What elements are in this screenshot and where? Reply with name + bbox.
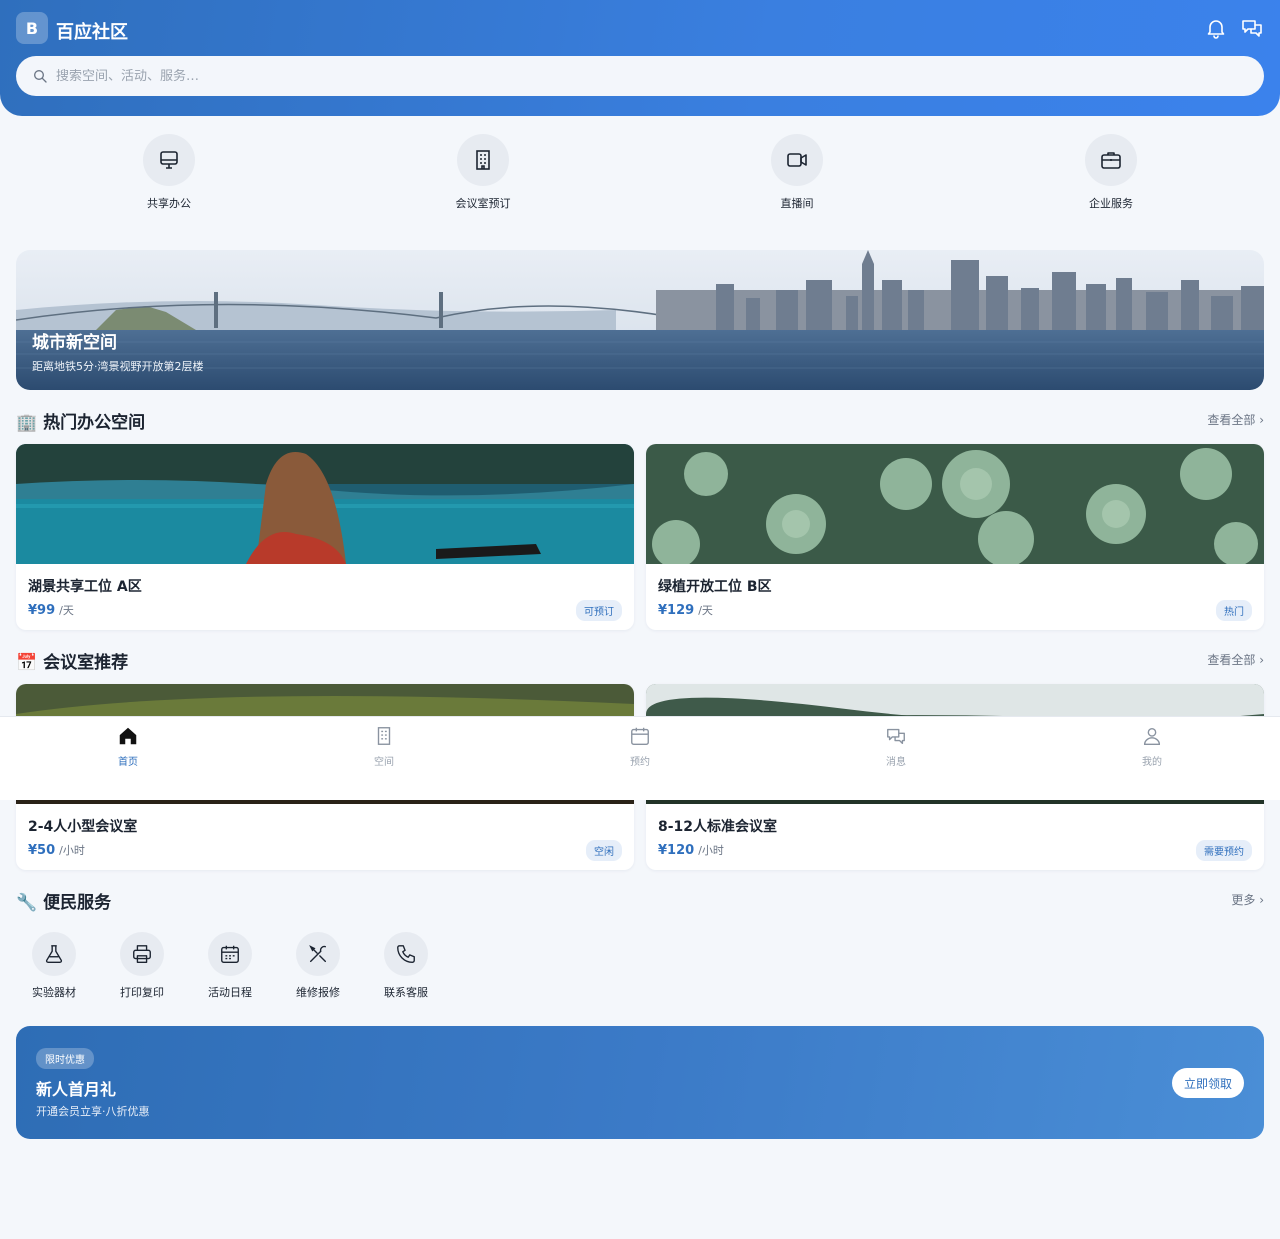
space-price: ¥129/天 — [658, 603, 713, 618]
room-name: 2-4人小型会议室 — [28, 819, 138, 835]
building-icon — [476, 150, 490, 170]
printer-icon — [133, 945, 151, 963]
chat-icon[interactable] — [1240, 16, 1264, 40]
lake-kayak-image — [16, 444, 634, 564]
bell-icon[interactable] — [1204, 16, 1228, 40]
status-badge: 需要预约 — [1196, 840, 1252, 861]
category-meeting-room[interactable]: 会议室预订 — [423, 134, 543, 211]
banner-title: 城市新空间 — [32, 333, 117, 353]
space-name: 绿植开放工位 B区 — [658, 579, 772, 595]
bottom-navigation: 首页 空间 预约 消息 我的 — [0, 716, 1280, 800]
service-repair[interactable]: 维修报修 — [280, 932, 356, 1000]
category-label: 共享办公 — [147, 197, 191, 210]
category-label: 直播间 — [780, 197, 814, 210]
hero-banner[interactable]: 城市新空间 距离地铁5分·湾景视野开放第2层楼 — [16, 250, 1264, 390]
desktop-icon — [160, 151, 178, 169]
app-logo: B — [16, 12, 48, 44]
service-events[interactable]: 活动日程 — [192, 932, 268, 1000]
briefcase-icon — [1101, 152, 1121, 169]
service-lab-equipment[interactable]: 实验器材 — [16, 932, 92, 1000]
space-card[interactable]: 绿植开放工位 B区 ¥129/天 热门 — [646, 444, 1264, 630]
room-price: ¥50/小时 — [28, 843, 85, 858]
promo-tag: 限时优惠 — [36, 1048, 94, 1069]
nav-item-messages[interactable]: 消息 — [768, 725, 1024, 768]
category-coworking[interactable]: 共享办公 — [109, 134, 229, 211]
phone-icon — [397, 945, 415, 963]
calendar-icon — [221, 945, 239, 963]
calendar-icon — [631, 727, 649, 745]
section-title-meeting: 📅 会议室推荐 — [16, 653, 129, 673]
category-business-service[interactable]: 企业服务 — [1051, 134, 1171, 211]
status-badge: 热门 — [1216, 600, 1252, 621]
category-label: 企业服务 — [1089, 197, 1133, 210]
section-title-spaces: 🏢 热门办公空间 — [16, 413, 146, 433]
promo-banner: 限时优惠 新人首月礼 开通会员立享·八折优惠 立即领取 — [16, 1026, 1264, 1139]
search-input[interactable] — [56, 68, 1156, 84]
promo-title: 新人首月礼 — [36, 1080, 117, 1099]
space-name: 湖景共享工位 A区 — [28, 579, 142, 595]
room-price: ¥120/小时 — [658, 843, 724, 858]
banner-subtitle: 距离地铁5分·湾景视野开放第2层楼 — [32, 360, 204, 373]
nav-item-space[interactable]: 空间 — [256, 725, 512, 768]
app-header: B 百应社区 — [0, 0, 1280, 116]
service-contact[interactable]: 联系客服 — [368, 932, 444, 1000]
promo-subtitle: 开通会员立享·八折优惠 — [36, 1105, 150, 1118]
more-services-link[interactable]: 更多 › — [1231, 891, 1264, 908]
status-badge: 可预订 — [576, 600, 622, 621]
view-all-spaces-link[interactable]: 查看全部 › — [1207, 411, 1264, 428]
service-print[interactable]: 打印复印 — [104, 932, 180, 1000]
status-badge: 空闲 — [586, 840, 622, 861]
app-title: 百应社区 — [56, 22, 128, 43]
category-label: 会议室预订 — [455, 197, 511, 210]
category-live-studio[interactable]: 直播间 — [737, 134, 857, 211]
flask-icon — [45, 945, 63, 963]
building-icon — [377, 727, 391, 745]
chat-icon — [887, 728, 905, 745]
succulent-plants-image — [646, 444, 1264, 564]
view-all-meeting-link[interactable]: 查看全部 › — [1207, 651, 1264, 668]
nav-item-booking[interactable]: 预约 — [512, 725, 768, 768]
video-icon — [787, 153, 807, 167]
section-title-services: 🔧 便民服务 — [16, 893, 112, 913]
nav-item-profile[interactable]: 我的 — [1024, 725, 1280, 768]
space-price: ¥99/天 — [28, 603, 74, 618]
nav-item-home[interactable]: 首页 — [0, 725, 256, 768]
space-card[interactable]: 湖景共享工位 A区 ¥99/天 可预订 — [16, 444, 634, 630]
room-name: 8-12人标准会议室 — [658, 819, 778, 835]
search-bar[interactable] — [16, 56, 1264, 96]
search-icon — [34, 70, 47, 83]
user-icon — [1143, 727, 1161, 745]
home-icon — [119, 727, 137, 745]
claim-offer-button[interactable]: 立即领取 — [1172, 1068, 1244, 1098]
tools-icon — [309, 945, 327, 963]
